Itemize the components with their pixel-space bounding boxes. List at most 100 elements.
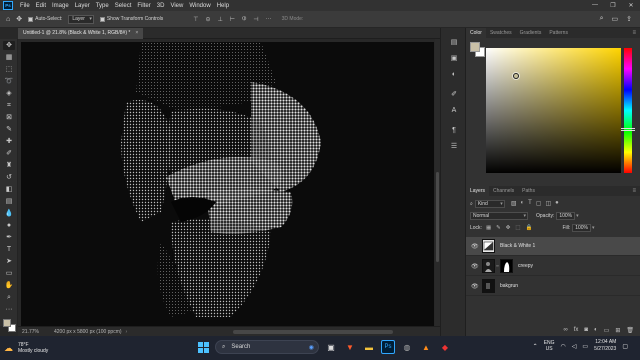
- app-icon-5[interactable]: ◍: [400, 340, 414, 354]
- new-group-icon[interactable]: ▭: [604, 327, 610, 334]
- align-top-icon[interactable]: ⊤: [193, 16, 198, 23]
- blur-tool-icon[interactable]: 💧: [3, 209, 15, 218]
- zoom-tool-icon[interactable]: ⌕: [3, 293, 15, 302]
- menu-file[interactable]: File: [17, 3, 33, 9]
- mask-link-icon[interactable]: ∞: [496, 263, 499, 268]
- hue-slider[interactable]: [624, 48, 632, 173]
- tab-channels[interactable]: Channels: [489, 186, 518, 196]
- new-layer-icon[interactable]: ⊞: [615, 327, 620, 334]
- brush-settings-icon[interactable]: ✐: [449, 90, 459, 100]
- align-bottom-icon[interactable]: ⊥: [218, 16, 223, 23]
- align-hcenter-icon[interactable]: ⦶: [242, 16, 246, 23]
- opacity-dropdown-icon[interactable]: ▾: [576, 213, 579, 219]
- filter-adjustment-icon[interactable]: ◐: [520, 200, 524, 207]
- clone-stamp-tool-icon[interactable]: ♜: [3, 161, 15, 170]
- filter-pixel-icon[interactable]: ▧: [511, 200, 517, 207]
- filter-smart-icon[interactable]: ◫: [545, 200, 551, 207]
- blend-mode-dropdown[interactable]: Normal: [470, 211, 528, 220]
- menu-view[interactable]: View: [167, 3, 186, 9]
- menu-filter[interactable]: Filter: [134, 3, 153, 9]
- layer-style-icon[interactable]: fx: [574, 327, 579, 333]
- document-canvas[interactable]: [21, 42, 434, 328]
- start-button[interactable]: [196, 340, 210, 354]
- photoshop-taskbar-icon[interactable]: Ps: [381, 340, 395, 354]
- vertical-scroll-thumb[interactable]: [436, 172, 439, 262]
- eraser-tool-icon[interactable]: ◧: [3, 185, 15, 194]
- foreground-chip[interactable]: [470, 42, 480, 52]
- menu-layer[interactable]: Layer: [72, 3, 93, 9]
- color-panel-menu-icon[interactable]: ≡: [632, 28, 636, 38]
- link-layers-icon[interactable]: ∞: [563, 327, 567, 333]
- layer-row[interactable]: 👁 ∞ creepy: [466, 257, 640, 276]
- auto-select-checkbox[interactable]: [28, 16, 34, 22]
- adjustments-panel-icon[interactable]: ◐: [449, 70, 459, 80]
- restore-button[interactable]: ❐: [604, 2, 622, 9]
- align-left-icon[interactable]: ⊢: [230, 16, 235, 23]
- filter-shape-icon[interactable]: ▢: [536, 200, 542, 207]
- visibility-eye-icon[interactable]: 👁: [471, 243, 479, 250]
- taskbar-search[interactable]: ⌕ Search ◉: [215, 340, 319, 354]
- hand-tool-icon[interactable]: ✋: [3, 281, 15, 290]
- move-tool-icon[interactable]: ✥: [16, 15, 22, 23]
- rectangle-tool-icon[interactable]: ▭: [3, 269, 15, 278]
- path-select-tool-icon[interactable]: ➤: [3, 257, 15, 266]
- character-panel-icon[interactable]: A: [449, 106, 459, 116]
- minimize-button[interactable]: —: [586, 2, 604, 9]
- hue-slider-marker[interactable]: [621, 128, 635, 131]
- color-picker-field[interactable]: [486, 48, 621, 173]
- opacity-input[interactable]: 100%: [556, 211, 576, 220]
- align-vcenter-icon[interactable]: ⊝: [206, 16, 211, 23]
- workspace-icon[interactable]: ▭: [612, 15, 619, 23]
- properties-panel-icon[interactable]: ▣: [449, 54, 459, 64]
- add-mask-icon[interactable]: ◙: [584, 327, 588, 333]
- history-panel-icon[interactable]: ▤: [449, 38, 459, 48]
- delete-layer-icon[interactable]: 🗑: [626, 327, 634, 334]
- menu-type[interactable]: Type: [93, 3, 112, 9]
- menu-3d[interactable]: 3D: [154, 3, 168, 9]
- align-right-icon[interactable]: ⊣: [253, 16, 258, 23]
- frame-tool-icon[interactable]: ⊠: [3, 113, 15, 122]
- language-indicator[interactable]: ENG US: [544, 340, 555, 352]
- menu-window[interactable]: Window: [186, 3, 213, 9]
- lock-pixels-icon[interactable]: ✎: [496, 225, 501, 231]
- tab-swatches[interactable]: Swatches: [486, 28, 516, 38]
- app-icon-7[interactable]: ◆: [438, 340, 452, 354]
- document-tab[interactable]: Untitled-1 @ 21.8% (Black & White 1, RGB…: [18, 28, 144, 39]
- share-icon[interactable]: ⇪: [626, 15, 632, 23]
- horizontal-scroll-thumb[interactable]: [233, 330, 393, 334]
- layer-row[interactable]: 👁 bakgrun: [466, 277, 640, 296]
- quick-select-tool-icon[interactable]: ◈: [3, 89, 15, 98]
- close-tab-icon[interactable]: ×: [135, 30, 138, 36]
- healing-brush-tool-icon[interactable]: ✚: [3, 137, 15, 146]
- show-transform-checkbox[interactable]: [99, 16, 105, 22]
- file-explorer-icon[interactable]: ▬: [362, 340, 376, 354]
- tab-patterns[interactable]: Patterns: [545, 28, 572, 38]
- layer-row[interactable]: 👁 Black & White 1: [466, 237, 640, 256]
- lasso-tool-icon[interactable]: ➰: [3, 77, 15, 86]
- layers-panel-menu-icon[interactable]: ≡: [632, 186, 636, 196]
- close-button[interactable]: ✕: [622, 2, 640, 9]
- glyphs-panel-icon[interactable]: ¶: [449, 126, 459, 136]
- search-icon[interactable]: ⌕: [600, 15, 604, 23]
- tab-paths[interactable]: Paths: [518, 186, 539, 196]
- pen-tool-icon[interactable]: ✒: [3, 233, 15, 242]
- foreground-color-swatch[interactable]: [3, 319, 11, 327]
- layer-filter-dropdown[interactable]: Kind: [474, 199, 505, 208]
- history-brush-tool-icon[interactable]: ↺: [3, 173, 15, 182]
- tab-color[interactable]: Color: [466, 28, 486, 38]
- crop-tool-icon[interactable]: ⌗: [3, 101, 15, 110]
- marquee-tool-icon[interactable]: ⬚: [3, 65, 15, 74]
- move-tool-icon[interactable]: ✥: [3, 41, 15, 50]
- task-view-icon[interactable]: ▣: [324, 340, 338, 354]
- visibility-eye-icon[interactable]: 👁: [471, 263, 479, 270]
- volume-icon[interactable]: ◁: [572, 343, 577, 350]
- menu-help[interactable]: Help: [214, 3, 232, 9]
- zoom-level[interactable]: 21.77%: [22, 329, 50, 335]
- clock[interactable]: 12:04 AM 5/27/2023: [594, 339, 616, 353]
- more-options-icon[interactable]: ···: [266, 16, 272, 23]
- menu-select[interactable]: Select: [112, 3, 135, 9]
- eyedropper-tool-icon[interactable]: ✎: [3, 125, 15, 134]
- menu-image[interactable]: Image: [49, 3, 72, 9]
- visibility-eye-icon[interactable]: 👁: [471, 283, 479, 290]
- color-picker-cursor[interactable]: [513, 73, 519, 79]
